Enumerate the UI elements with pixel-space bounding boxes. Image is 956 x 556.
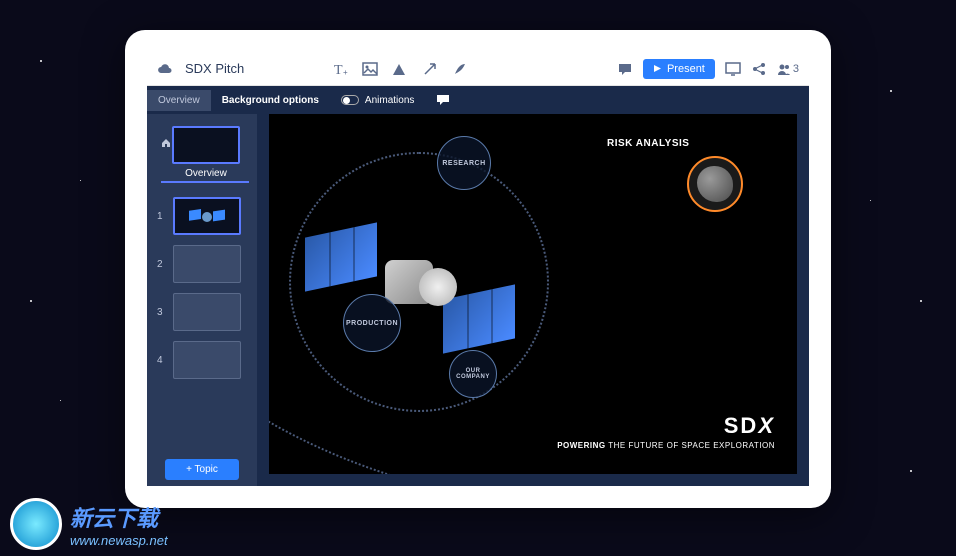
svg-text:T: T (334, 63, 343, 77)
feather-tool-icon[interactable] (452, 61, 468, 77)
laptop-frame: SDX Pitch T+ Present 3 (125, 30, 831, 508)
watermark-title: 新云下载 (70, 501, 168, 533)
overview-card[interactable]: Overview (157, 122, 247, 187)
slide-number: 4 (157, 355, 165, 366)
tab-background-options[interactable]: Background options (211, 90, 330, 111)
home-icon (161, 138, 171, 151)
add-topic-button[interactable]: + Topic (165, 459, 239, 480)
presentation-app: SDX Pitch T+ Present 3 (147, 52, 809, 486)
slide-list: 1 2 3 4 (147, 191, 257, 453)
arrow-tool-icon[interactable] (422, 61, 438, 77)
node-our-company[interactable]: OUR COMPANY (449, 350, 497, 398)
collaborators-count[interactable]: 3 (777, 63, 799, 75)
share-icon[interactable] (751, 61, 767, 77)
slide-item[interactable]: 2 (157, 245, 247, 283)
asteroid-graphic (697, 166, 733, 202)
overview-thumbnail (172, 126, 240, 164)
topbar-right: Present 3 (617, 59, 799, 79)
slide-number: 1 (157, 211, 165, 222)
watermark: 新云下载 www.newasp.net (10, 498, 168, 550)
slide-thumbnail (173, 197, 241, 235)
sidebar: Overview 1 2 3 (147, 86, 257, 486)
watermark-badge-icon (10, 498, 62, 550)
present-button[interactable]: Present (643, 59, 715, 79)
slide-item[interactable]: 1 (157, 197, 247, 235)
node-production[interactable]: PRODUCTION (343, 294, 401, 352)
brand-logo: SDX (557, 413, 775, 439)
risk-analysis-label: RISK ANALYSIS (607, 138, 689, 149)
svg-text:+: + (343, 68, 348, 77)
satellite-dish (419, 268, 457, 306)
presentation-canvas[interactable]: RESEARCH PRODUCTION OUR COMPANY RISK ANA… (269, 114, 797, 474)
topbar-tools: T+ (332, 61, 468, 77)
slide-thumbnail (173, 293, 241, 331)
slide-thumbnail (173, 341, 241, 379)
brand-tagline: POWERING THE FUTURE OF SPACE EXPLORATION (557, 441, 775, 450)
brand-block: SDX POWERING THE FUTURE OF SPACE EXPLORA… (557, 413, 775, 450)
main-area: Overview Background options Animations (147, 86, 809, 486)
text-tool-icon[interactable]: T+ (332, 61, 348, 77)
node-risk-analysis[interactable] (687, 156, 743, 212)
slide-number: 3 (157, 307, 165, 318)
cloud-icon (157, 61, 173, 77)
slide-item[interactable]: 3 (157, 293, 247, 331)
tab-comments[interactable] (425, 89, 461, 111)
watermark-url: www.newasp.net (70, 533, 168, 548)
toggle-icon (341, 95, 359, 105)
tab-animations[interactable]: Animations (330, 90, 425, 111)
topbar: SDX Pitch T+ Present 3 (147, 52, 809, 86)
tab-overview[interactable]: Overview (147, 90, 211, 111)
editor-tabs: Overview Background options Animations (147, 86, 809, 114)
slide-number: 2 (157, 259, 165, 270)
screen-icon[interactable] (725, 61, 741, 77)
overview-label: Overview (185, 168, 227, 179)
image-tool-icon[interactable] (362, 61, 378, 77)
slide-thumbnail (173, 245, 241, 283)
overview-underline (161, 181, 249, 183)
shape-tool-icon[interactable] (392, 61, 408, 77)
slide-item[interactable]: 4 (157, 341, 247, 379)
present-label: Present (667, 63, 705, 75)
node-research[interactable]: RESEARCH (437, 136, 491, 190)
comment-icon[interactable] (617, 61, 633, 77)
document-title[interactable]: SDX Pitch (185, 61, 244, 76)
